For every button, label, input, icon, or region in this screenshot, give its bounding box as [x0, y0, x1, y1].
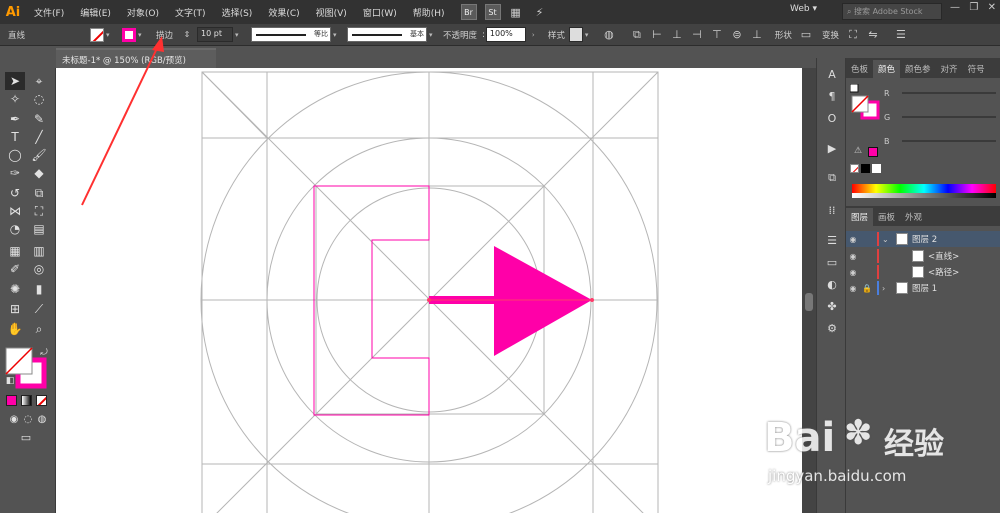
paw-icon: ✽: [844, 413, 873, 453]
annotation-arrow-line: [81, 41, 161, 206]
baidu-watermark: Bai ✽ 经验 jingyan.baidu.com: [760, 405, 1000, 505]
watermark-url: jingyan.baidu.com: [768, 467, 907, 485]
watermark-brand-cn: 经验: [884, 427, 944, 462]
watermark-brand: Bai: [764, 415, 836, 461]
annotation-arrow-head: [152, 36, 164, 52]
